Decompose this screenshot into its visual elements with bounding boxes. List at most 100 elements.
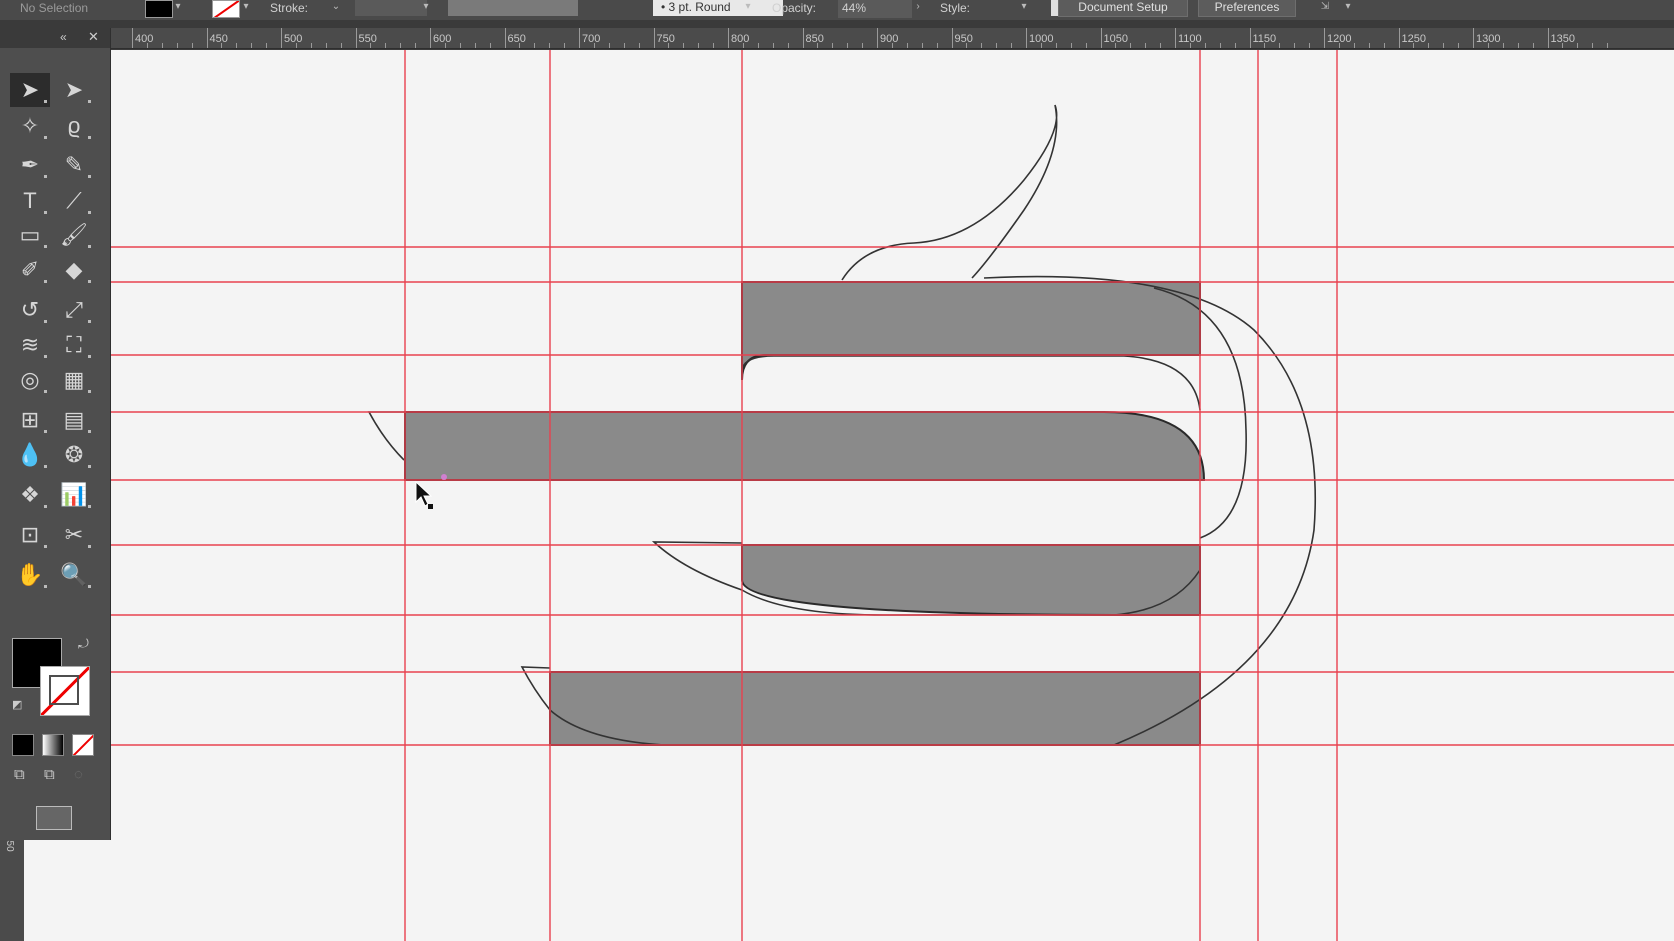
- direct-selection-tool-icon[interactable]: ➤: [54, 73, 94, 107]
- opacity-field[interactable]: 44%: [838, 0, 912, 18]
- ruler-major-tick: [579, 28, 580, 48]
- stem-outline: [841, 104, 1058, 281]
- close-panel-icon[interactable]: ✕: [88, 29, 99, 45]
- scale-tool-icon[interactable]: ⤢: [54, 293, 94, 327]
- hand-tool-icon[interactable]: ✋: [10, 558, 50, 592]
- ruler-minor-tick: [400, 43, 402, 48]
- warp-tool-icon[interactable]: ≋: [10, 328, 50, 362]
- tool-group-indicator: [44, 280, 47, 283]
- type-tool-icon[interactable]: T: [10, 184, 50, 218]
- selection-tool-icon[interactable]: ➤: [10, 73, 50, 107]
- color-mode-button[interactable]: [12, 734, 34, 756]
- ruler-major-tick: [504, 28, 506, 48]
- collapse-panel-icon[interactable]: «: [60, 30, 67, 44]
- stroke-dropdown-icon[interactable]: ▾: [240, 0, 252, 16]
- ruler-minor-tick: [817, 43, 819, 48]
- ruler-minor-tick: [549, 43, 551, 48]
- draw-behind-icon[interactable]: ⧉: [44, 766, 55, 783]
- ruler-major-tick: [430, 28, 431, 48]
- ruler-minor-tick: [832, 43, 834, 48]
- lasso-tool-icon[interactable]: ϱ: [54, 109, 94, 143]
- ruler-label: 750: [656, 33, 675, 45]
- shape-builder-tool-icon[interactable]: ◎: [10, 363, 50, 397]
- ruler-minor-tick: [1279, 43, 1281, 48]
- cursor-icon: [415, 480, 433, 509]
- zoom-tool-icon[interactable]: 🔍: [54, 558, 94, 592]
- fill-dropdown-icon[interactable]: ▾: [172, 0, 184, 16]
- artboard-tool-icon[interactable]: ⊡: [10, 518, 50, 552]
- ruler-minor-tick: [906, 43, 908, 48]
- pen-tool-icon[interactable]: ✒: [10, 148, 50, 182]
- ruler-minor-tick: [310, 43, 312, 48]
- magic-wand-tool-icon[interactable]: ✧: [10, 109, 50, 143]
- blend-tool-icon[interactable]: ❂: [54, 438, 94, 472]
- symbol-sprayer-tool-icon[interactable]: ❖: [10, 478, 50, 512]
- stroke-color-swatch[interactable]: [40, 666, 90, 716]
- swap-colors-icon[interactable]: ⤾: [78, 636, 89, 652]
- stroke-swatch[interactable]: [212, 0, 240, 18]
- tools-panel-header[interactable]: « ✕: [0, 28, 110, 48]
- ruler-minor-tick: [519, 43, 521, 48]
- default-colors-icon[interactable]: ◩: [12, 698, 22, 711]
- ruler-minor-tick: [1234, 43, 1236, 48]
- arrange-documents-icon[interactable]: ⇲: [1315, 0, 1335, 16]
- arrange-dropdown-icon[interactable]: ▾: [1342, 0, 1354, 16]
- eraser-tool-icon[interactable]: ◆: [54, 253, 94, 287]
- mesh-tool-icon[interactable]: ⊞: [10, 403, 50, 437]
- ruler-major-tick: [802, 28, 804, 48]
- curvature-tool-icon[interactable]: ✎: [54, 148, 94, 182]
- draw-normal-icon[interactable]: ⧉: [14, 766, 25, 783]
- stroke-weight-dropdown-icon[interactable]: ▾: [420, 0, 432, 16]
- ruler-minor-tick: [1145, 43, 1147, 48]
- perspective-grid-tool-icon[interactable]: ▦: [54, 363, 94, 397]
- ruler-major-tick: [132, 28, 133, 48]
- ruler-major-tick: [877, 28, 878, 48]
- tool-group-indicator: [44, 136, 47, 139]
- artboard-canvas[interactable]: [24, 50, 1674, 941]
- eyedropper-tool-icon[interactable]: 💧: [10, 438, 50, 472]
- filled-bars: [404, 281, 1206, 746]
- ruler-minor-tick: [1353, 43, 1355, 48]
- guides[interactable]: [104, 50, 1674, 941]
- ruler-minor-tick: [489, 43, 491, 48]
- draw-inside-icon[interactable]: ◌: [74, 766, 83, 783]
- gradient-tool-icon[interactable]: ▤: [54, 403, 94, 437]
- brush-dropdown-icon[interactable]: ▾: [742, 0, 754, 16]
- rotate-tool-icon[interactable]: ↺: [10, 293, 50, 327]
- ruler-major-tick: [951, 28, 953, 48]
- ruler-minor-tick: [221, 43, 223, 48]
- stroke-weight-stepper[interactable]: ⌄: [330, 0, 342, 16]
- ruler-major-tick: [653, 28, 655, 48]
- column-graph-tool-icon[interactable]: 📊: [54, 478, 94, 512]
- artwork[interactable]: [24, 50, 1674, 941]
- free-transform-tool-icon[interactable]: ⛶: [54, 328, 94, 362]
- none-mode-button[interactable]: [72, 734, 94, 756]
- horizontal-ruler[interactable]: 400 450 500 550 600 650 700 750 800 850 900 950 1000…: [0, 28, 1674, 49]
- control-bar: No Selection ▾ ▾ Stroke: ⌄ ▾ • 3 pt. Rou…: [0, 0, 1674, 20]
- stroke-weight-field[interactable]: [355, 0, 427, 16]
- preferences-button[interactable]: Preferences: [1198, 0, 1296, 17]
- rectangle-tool-icon[interactable]: ▭: [10, 218, 50, 252]
- tool-group-indicator: [88, 320, 91, 323]
- tool-group-indicator: [88, 545, 91, 548]
- shaper-tool-icon[interactable]: ✐: [10, 253, 50, 287]
- tool-group-indicator: [88, 136, 91, 139]
- fill-swatch[interactable]: [145, 0, 173, 18]
- ruler-major-tick: [1026, 28, 1027, 48]
- line-segment-tool-icon[interactable]: ⟋: [54, 184, 94, 218]
- paintbrush-tool-icon[interactable]: 🖌: [54, 218, 94, 252]
- ruler-minor-tick: [1011, 43, 1013, 48]
- brush-definition[interactable]: • 3 pt. Round: [653, 0, 783, 16]
- gradient-mode-button[interactable]: [42, 734, 64, 756]
- document-setup-button[interactable]: Document Setup: [1058, 0, 1188, 17]
- tools-panel: « ✕ ➤ ➤ ✧ ϱ ✒ ✎ T ⟋ ▭ 🖌 ✐ ◆ ↺ ⤢ ≋ ⛶ ◎ ▦ ⊞ ▤ 💧 ❂ ❖ 📊 ⊡ ✂ ✋ 🔍 ⤾ ◩ ⧉ ⧉…: [0, 28, 111, 840]
- style-dropdown-icon[interactable]: ▾: [1018, 0, 1030, 16]
- change-screen-mode-button[interactable]: [36, 806, 72, 830]
- ruler-minor-tick: [459, 43, 461, 48]
- opacity-dropdown-icon[interactable]: ›: [912, 0, 924, 16]
- slice-tool-icon[interactable]: ✂: [54, 518, 94, 552]
- tool-group-indicator: [44, 585, 47, 588]
- ruler-minor-tick: [772, 43, 774, 48]
- tool-group-indicator: [44, 390, 47, 393]
- variable-width-profile[interactable]: [448, 0, 578, 16]
